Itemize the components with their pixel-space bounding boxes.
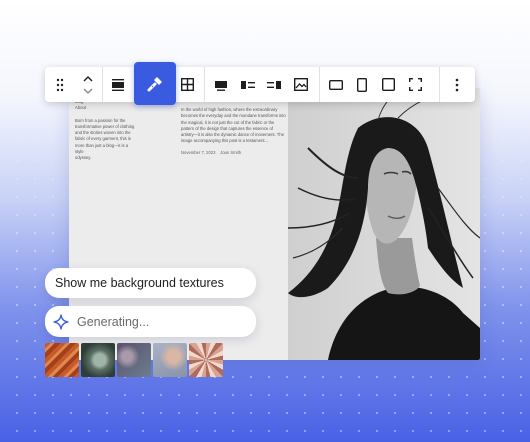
post-date: November 7, 2023 [181,149,216,155]
aspect-square-icon[interactable] [372,67,405,102]
grid-icon[interactable] [176,67,199,102]
block-toolbar [45,62,475,105]
aspect-landscape-icon[interactable] [320,67,353,102]
post-meta: November 7, 2023 Joan Smith [181,150,291,156]
prompt-text: Show me background textures [55,276,224,290]
image-icon[interactable] [289,67,312,102]
post-photo[interactable] [288,88,480,360]
post-intro: Born from a passion for the transformati… [75,117,135,161]
ai-brush-icon[interactable] [133,62,176,105]
prompt-message: Show me background textures [45,268,256,298]
sparkle-icon [53,313,69,330]
align-cover-icon[interactable] [103,67,134,102]
nav-about-link[interactable]: About [75,105,135,111]
align-full-icon[interactable] [205,67,236,102]
thumbnail-kaleidoscope-texture[interactable] [189,343,223,377]
thumbnail-pastel-texture[interactable] [153,343,187,377]
generating-status: Generating... [45,306,256,337]
more-options-icon[interactable] [440,67,475,102]
thumbnail-blurred-texture[interactable] [117,343,151,377]
post-right-column: In the world of high fashion, where the … [181,107,291,156]
post-author: Joan Smith [220,149,242,155]
aspect-portrait-icon[interactable] [353,67,373,102]
post-left-column: Blog About Born from a passion for the t… [75,99,135,162]
woman-windblown-hair-image [288,88,480,360]
post-excerpt: In the world of high fashion, where the … [181,107,286,144]
fullscreen-icon[interactable] [405,67,425,102]
move-up-down-icon[interactable] [74,67,101,102]
texture-thumbnails [45,343,223,377]
generating-text: Generating... [77,314,150,329]
drag-handle-icon[interactable] [45,67,74,102]
thumbnail-green-texture[interactable] [81,343,115,377]
media-left-icon[interactable] [236,67,259,102]
thumbnail-orange-texture[interactable] [45,343,79,377]
media-right-icon[interactable] [260,67,289,102]
